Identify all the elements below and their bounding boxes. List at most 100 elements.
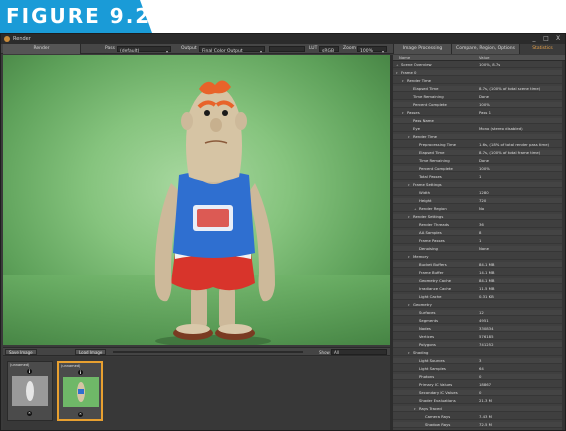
- stat-row[interactable]: ▾ Rays Traced: [393, 406, 565, 412]
- stat-name: Elapsed Time: [419, 150, 445, 155]
- stat-name: Irradiance Cache: [419, 286, 452, 291]
- stat-row[interactable]: Polygons 741252: [393, 342, 565, 348]
- stat-row[interactable]: AA Samples 8: [393, 230, 565, 236]
- close-button[interactable]: X: [553, 34, 563, 44]
- stat-row[interactable]: ▾ Passes Pass 1: [393, 110, 565, 116]
- render-tab[interactable]: Render: [3, 44, 81, 54]
- stat-row[interactable]: + Scene Overview 100%, 8.7s: [393, 62, 565, 68]
- stat-row[interactable]: ▾ Memory: [393, 254, 565, 260]
- statistics-scrollbar[interactable]: [562, 61, 565, 430]
- stat-row[interactable]: ▾ Geometry: [393, 302, 565, 308]
- remove-icon[interactable]: ✕: [78, 412, 83, 417]
- image-history-slider[interactable]: [113, 351, 303, 353]
- stat-value: 84.1 MB: [479, 262, 495, 267]
- stat-row[interactable]: Surfaces 12: [393, 310, 565, 316]
- stat-row[interactable]: Bucket Buffers 84.1 MB: [393, 262, 565, 268]
- stat-row[interactable]: ▾ Render Settings: [393, 214, 565, 220]
- stat-row[interactable]: Elapsed Time 8.7s, (100% of total frame t…: [393, 150, 565, 156]
- stat-row[interactable]: ▾ Render Time: [393, 78, 565, 84]
- tab-image-processing[interactable]: Image Processing: [393, 44, 451, 54]
- stat-row[interactable]: Elapsed Time 8.7s, (100% of total scene t…: [393, 86, 565, 92]
- thumbnail-label: (unnamed): [10, 363, 30, 367]
- collapse-icon[interactable]: ▾: [408, 182, 410, 188]
- stat-row[interactable]: ▾ Frame 0: [393, 70, 565, 76]
- stat-row[interactable]: ▾ Render Time: [393, 134, 565, 140]
- stat-value: 3: [479, 358, 482, 363]
- info-icon[interactable]: i: [27, 369, 32, 374]
- collapse-icon[interactable]: ▾: [402, 110, 404, 116]
- stat-row[interactable]: Photons 0: [393, 374, 565, 380]
- stat-row[interactable]: Time Remaining Done: [393, 94, 565, 100]
- stat-row[interactable]: Secondary IC Values 0: [393, 390, 565, 396]
- stat-row[interactable]: Irradiance Cache 11.5 MB: [393, 286, 565, 292]
- tab-statistics[interactable]: Statistics: [519, 44, 565, 54]
- stat-name: Rays Traced: [419, 406, 442, 411]
- maximize-button[interactable]: □: [541, 34, 551, 44]
- collapse-icon[interactable]: ▾: [408, 134, 410, 140]
- stat-row[interactable]: Height 720: [393, 198, 565, 204]
- lut-label: LUT: [309, 46, 318, 51]
- stat-row[interactable]: Width 1280: [393, 190, 565, 196]
- stat-row[interactable]: Light Sources 3: [393, 358, 565, 364]
- collapse-icon[interactable]: ▾: [414, 406, 416, 412]
- zoom-select[interactable]: 100% ▾: [357, 46, 387, 54]
- lut-select[interactable]: sRGB: [319, 46, 339, 54]
- thumbnail-2[interactable]: (unnamed) i ✕: [57, 361, 103, 421]
- remove-icon[interactable]: ✕: [27, 411, 32, 416]
- stat-row[interactable]: Segments 4951: [393, 318, 565, 324]
- stat-row[interactable]: Nodes 330834: [393, 326, 565, 332]
- stat-value: 36: [479, 222, 484, 227]
- stat-row[interactable]: Denoising None: [393, 246, 565, 252]
- stat-value: 741252: [479, 342, 494, 347]
- title-bar[interactable]: Render _ □ X: [1, 34, 565, 44]
- stat-row[interactable]: Light Samples 64: [393, 366, 565, 372]
- stat-name: Passes: [407, 110, 420, 115]
- stat-row[interactable]: Percent Complete 100%: [393, 166, 565, 172]
- output-select[interactable]: Final Color Output ▾: [199, 46, 265, 54]
- pass-select[interactable]: (default) ▾: [117, 46, 171, 54]
- stat-row[interactable]: + Render Region No: [393, 206, 565, 212]
- stat-row[interactable]: Geometry Cache 84.1 MB: [393, 278, 565, 284]
- stat-value: 8.7s, (100% of total scene time): [479, 86, 541, 91]
- stat-row[interactable]: Time Remaining Done: [393, 158, 565, 164]
- collapse-icon[interactable]: ▾: [396, 70, 398, 76]
- stat-value: Done: [479, 158, 489, 163]
- stat-row[interactable]: Preprocessing Time 1.6s, (18% of total re…: [393, 142, 565, 148]
- stat-row[interactable]: Vertices 576185: [393, 334, 565, 340]
- expand-icon[interactable]: +: [414, 206, 417, 212]
- collapse-icon[interactable]: ▾: [408, 350, 410, 356]
- stat-row[interactable]: Total Passes 1: [393, 174, 565, 180]
- info-icon[interactable]: i: [78, 370, 83, 375]
- stat-name: Photons: [419, 374, 435, 379]
- collapse-icon[interactable]: ▾: [402, 78, 404, 84]
- render-viewport[interactable]: [3, 55, 390, 345]
- collapse-icon[interactable]: ▾: [408, 214, 410, 220]
- thumbnail-1[interactable]: (unnamed) i ✕: [7, 361, 53, 421]
- stat-row[interactable]: Shadow Rays 72.5 M: [393, 422, 565, 428]
- stat-row[interactable]: Frame Buffer 14.1 MB: [393, 270, 565, 276]
- minimize-button[interactable]: _: [529, 34, 539, 44]
- load-image-button[interactable]: Load Image: [75, 349, 107, 355]
- stat-row[interactable]: Light Cache 0.31 KB: [393, 294, 565, 300]
- expand-icon[interactable]: +: [396, 62, 399, 68]
- stat-row[interactable]: ▾ Frame Settings: [393, 182, 565, 188]
- stat-row[interactable]: Camera Rays 7.43 M: [393, 414, 565, 420]
- stat-row[interactable]: Primary IC Values 18867: [393, 382, 565, 388]
- stat-name: Render Time: [407, 78, 432, 83]
- show-select[interactable]: All: [331, 349, 387, 355]
- stat-row[interactable]: Render Threads 36: [393, 222, 565, 228]
- stat-row[interactable]: Percent Complete 100%: [393, 102, 565, 108]
- exposure-field[interactable]: [269, 46, 305, 52]
- collapse-icon[interactable]: ▾: [408, 254, 410, 260]
- stat-name: Shading: [413, 350, 429, 355]
- save-image-button[interactable]: Save Image: [5, 349, 37, 355]
- stat-row[interactable]: Frame Passes 1: [393, 238, 565, 244]
- figure-banner: FIGURE 9.23: [0, 0, 165, 33]
- collapse-icon[interactable]: ▾: [408, 302, 410, 308]
- stat-row[interactable]: Pass Name: [393, 118, 565, 124]
- stat-row[interactable]: Eye Mono (stereo disabled): [393, 126, 565, 132]
- stat-row[interactable]: ▾ Shading: [393, 350, 565, 356]
- render-window: Render _ □ X Render Pass (default) ▾ Out…: [0, 33, 566, 431]
- stat-row[interactable]: Shader Evaluations 21.3 M: [393, 398, 565, 404]
- tab-compare-region-options[interactable]: Compare, Region, Options: [451, 44, 519, 54]
